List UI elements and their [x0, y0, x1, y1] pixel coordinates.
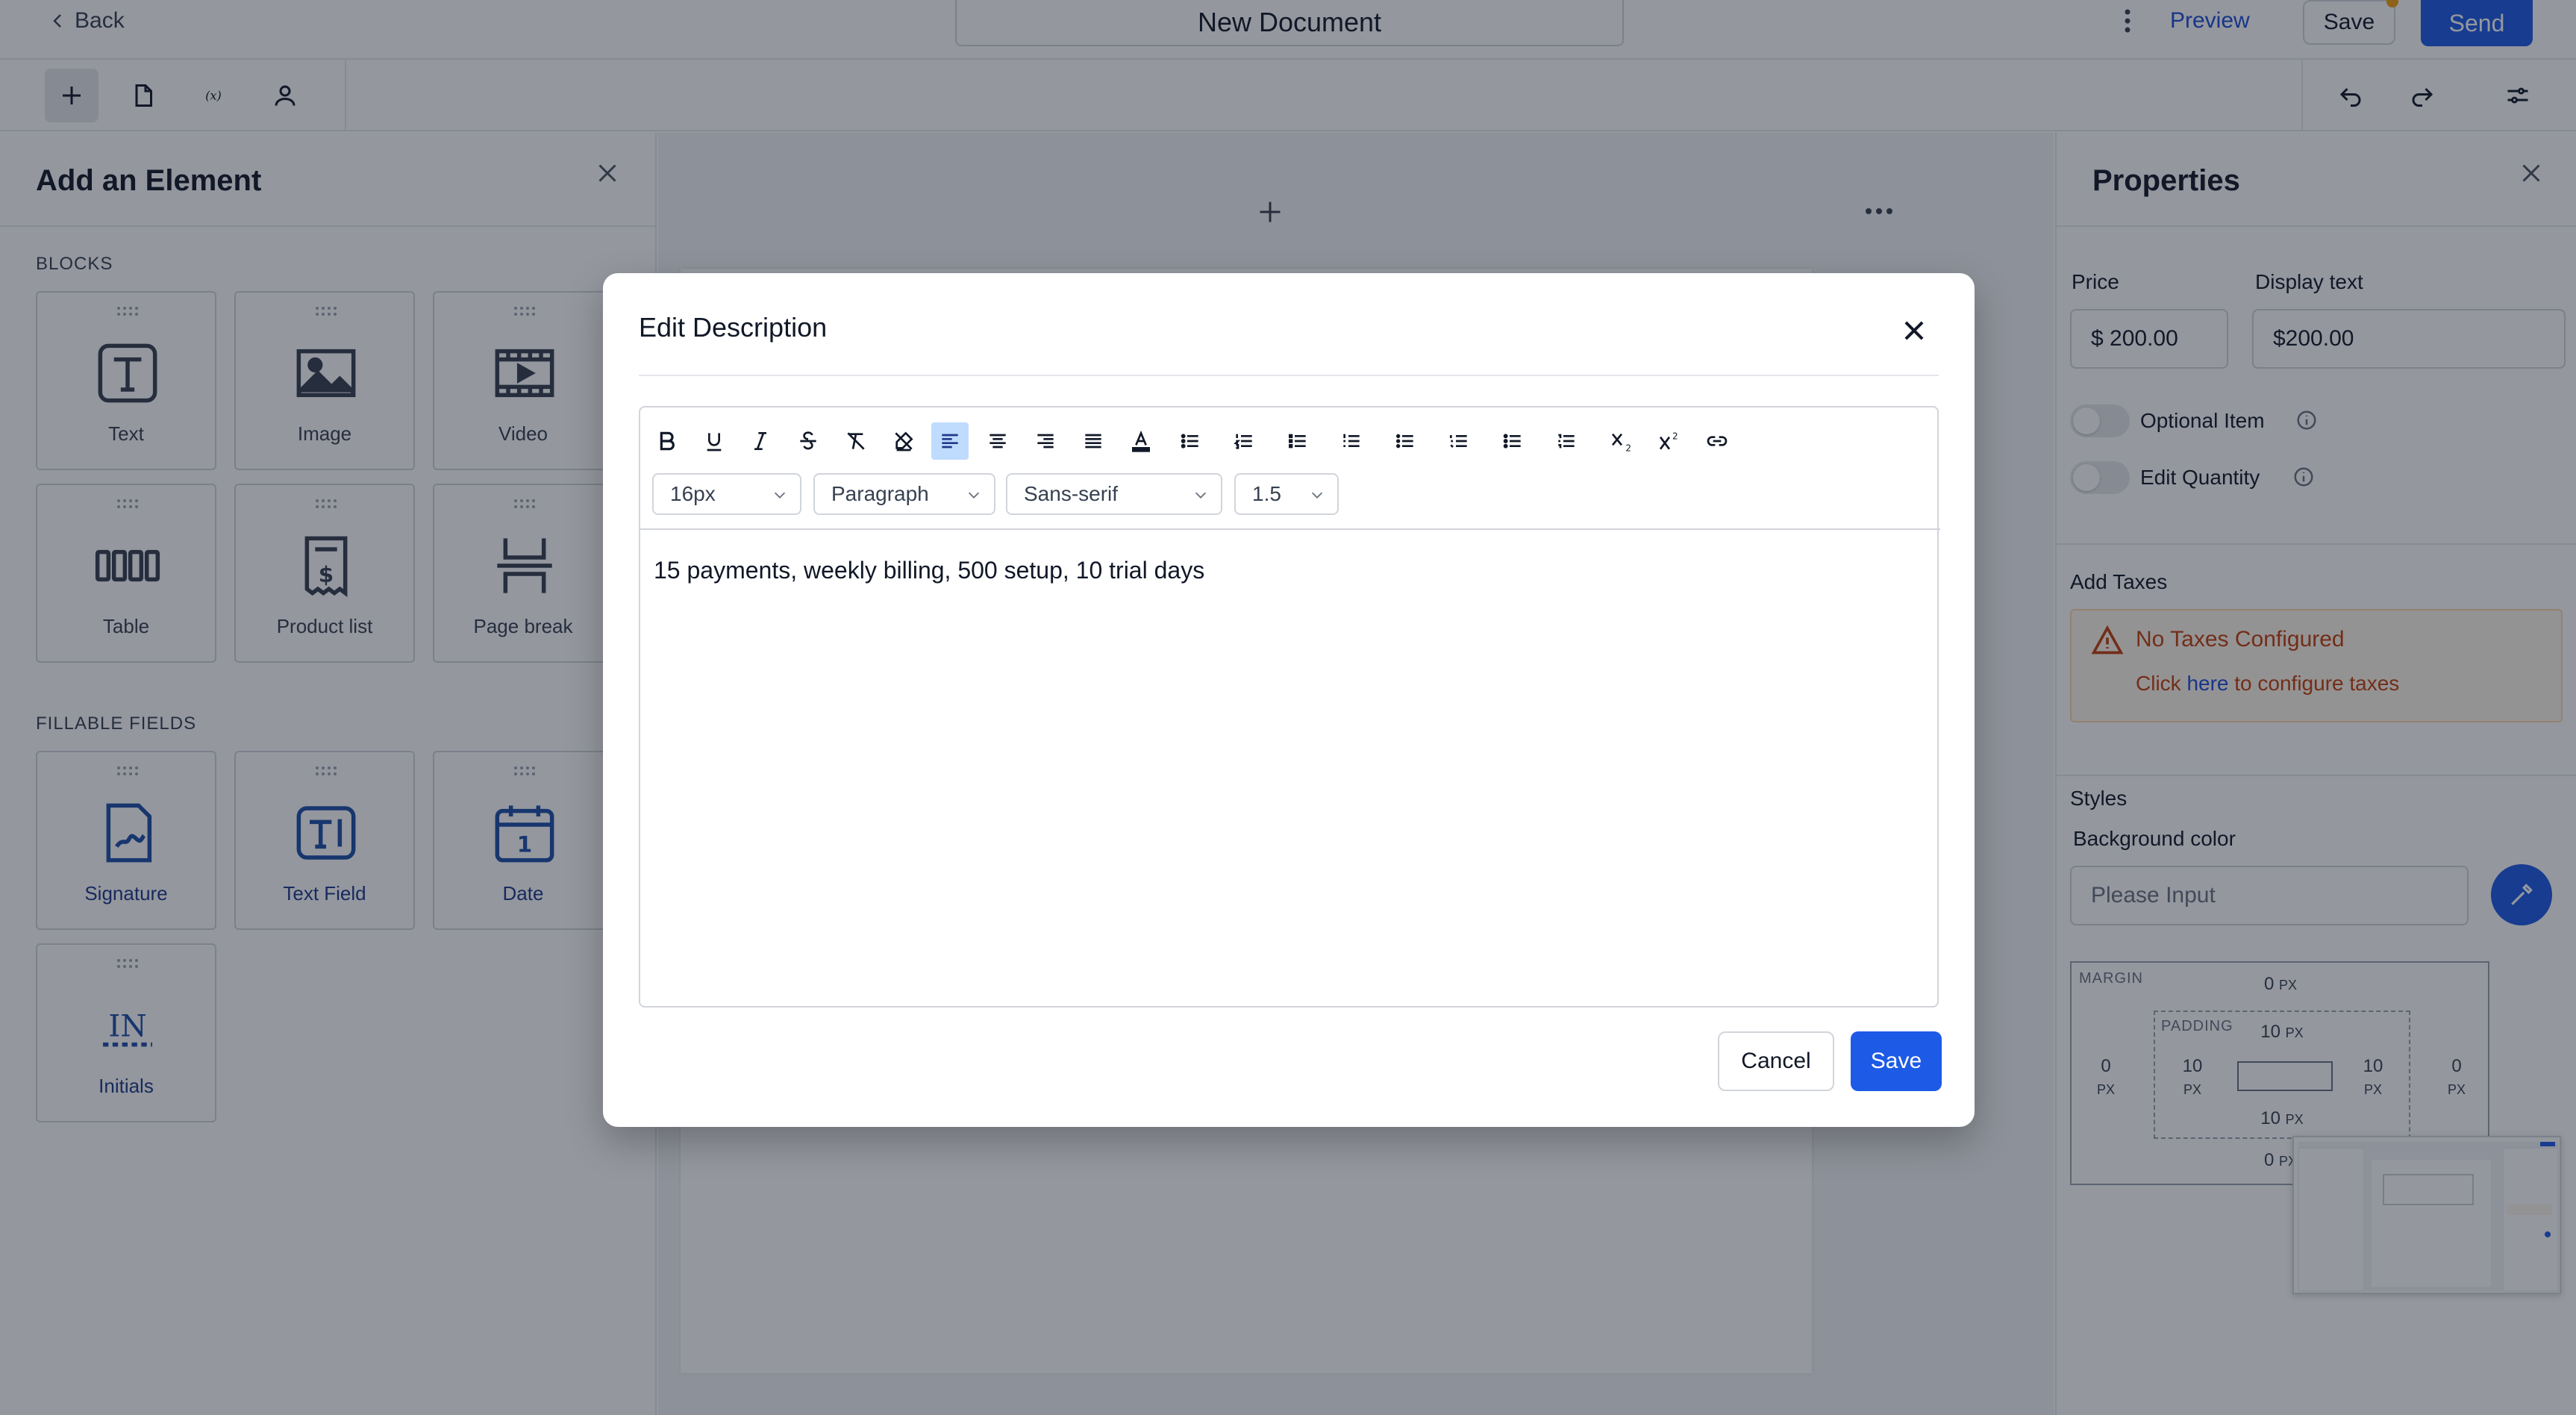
highlighter-icon [892, 429, 916, 453]
decimal-list-button[interactable] [1333, 422, 1370, 460]
align-left-button[interactable] [931, 422, 969, 460]
chevron-down-icon [966, 487, 982, 503]
link-button[interactable] [1698, 422, 1736, 460]
superscript-icon: 2 [1657, 429, 1681, 453]
align-right-button[interactable] [1027, 422, 1064, 460]
align-center-button[interactable] [979, 422, 1016, 460]
rich-text-editor: 2 2 16px Paragraph Sans-serif 1.5 15 pay… [639, 406, 1975, 1008]
strikethrough-button[interactable] [790, 422, 827, 460]
list-icon [1501, 429, 1525, 453]
chevron-down-icon [772, 487, 788, 503]
subscript-icon: 2 [1610, 429, 1634, 453]
ordered-list-icon [1554, 429, 1578, 453]
font-family-value: Sans-serif [1024, 482, 1119, 505]
underline-button[interactable] [695, 422, 733, 460]
close-icon[interactable] [1900, 316, 1928, 345]
toolbar-divider [640, 528, 1940, 530]
dialog-title: Edit Description [639, 312, 828, 343]
disc-list-button[interactable] [1494, 422, 1531, 460]
italic-button[interactable] [742, 422, 779, 460]
justify-button[interactable] [1075, 422, 1112, 460]
line-height-select[interactable]: 1.5 [1234, 473, 1339, 515]
square-list-button[interactable] [1387, 422, 1424, 460]
font-size-select[interactable]: 16px [652, 473, 801, 515]
save-button[interactable]: Save [1851, 1031, 1942, 1091]
divider [639, 375, 1939, 376]
numbered-list-button[interactable] [1225, 422, 1263, 460]
strikethrough-icon [796, 429, 820, 453]
chevron-down-icon [1309, 487, 1325, 503]
ordered-list-icon [1447, 429, 1471, 453]
italic-icon [748, 429, 772, 453]
block-type-select[interactable]: Paragraph [813, 473, 995, 515]
block-type-value: Paragraph [831, 482, 929, 505]
clear-format-icon [844, 429, 868, 453]
superscript-button[interactable]: 2 [1651, 422, 1688, 460]
chevron-down-icon [1192, 487, 1209, 503]
bullet-list-icon [1178, 429, 1202, 453]
font-size-value: 16px [670, 482, 716, 505]
align-center-icon [986, 429, 1010, 453]
align-justify-icon [1081, 429, 1105, 453]
cancel-button[interactable]: Cancel [1718, 1031, 1834, 1091]
list-icon [1286, 429, 1310, 453]
text-color-button[interactable] [1122, 422, 1160, 460]
clear-highlight-button[interactable] [885, 422, 922, 460]
text-color-icon [1129, 429, 1153, 453]
underline-icon [702, 429, 726, 453]
editor-content[interactable]: 15 payments, weekly billing, 500 setup, … [654, 557, 1204, 584]
align-right-icon [1034, 429, 1057, 453]
subscript-button[interactable]: 2 [1603, 422, 1640, 460]
align-left-icon [938, 429, 962, 453]
alpha-list-button[interactable] [1440, 422, 1478, 460]
roman-list-button[interactable] [1548, 422, 1585, 460]
link-icon [1705, 429, 1729, 453]
numbered-list-icon [1232, 429, 1256, 453]
clear-format-button[interactable] [837, 422, 875, 460]
circle-list-button[interactable] [1279, 422, 1316, 460]
edit-description-dialog: Edit Description 2 2 16px Paragraph Sans… [603, 273, 1975, 1127]
font-family-select[interactable]: Sans-serif [1006, 473, 1222, 515]
line-height-value: 1.5 [1252, 482, 1281, 505]
bullet-list-button[interactable] [1172, 422, 1209, 460]
ordered-list-icon [1339, 429, 1363, 453]
svg-text:2: 2 [1672, 431, 1678, 441]
svg-text:2: 2 [1625, 443, 1631, 453]
list-icon [1393, 429, 1417, 453]
editor-frame: 2 2 16px Paragraph Sans-serif 1.5 15 pay… [639, 406, 1940, 1008]
bold-icon [654, 429, 678, 453]
bold-button[interactable] [648, 422, 685, 460]
